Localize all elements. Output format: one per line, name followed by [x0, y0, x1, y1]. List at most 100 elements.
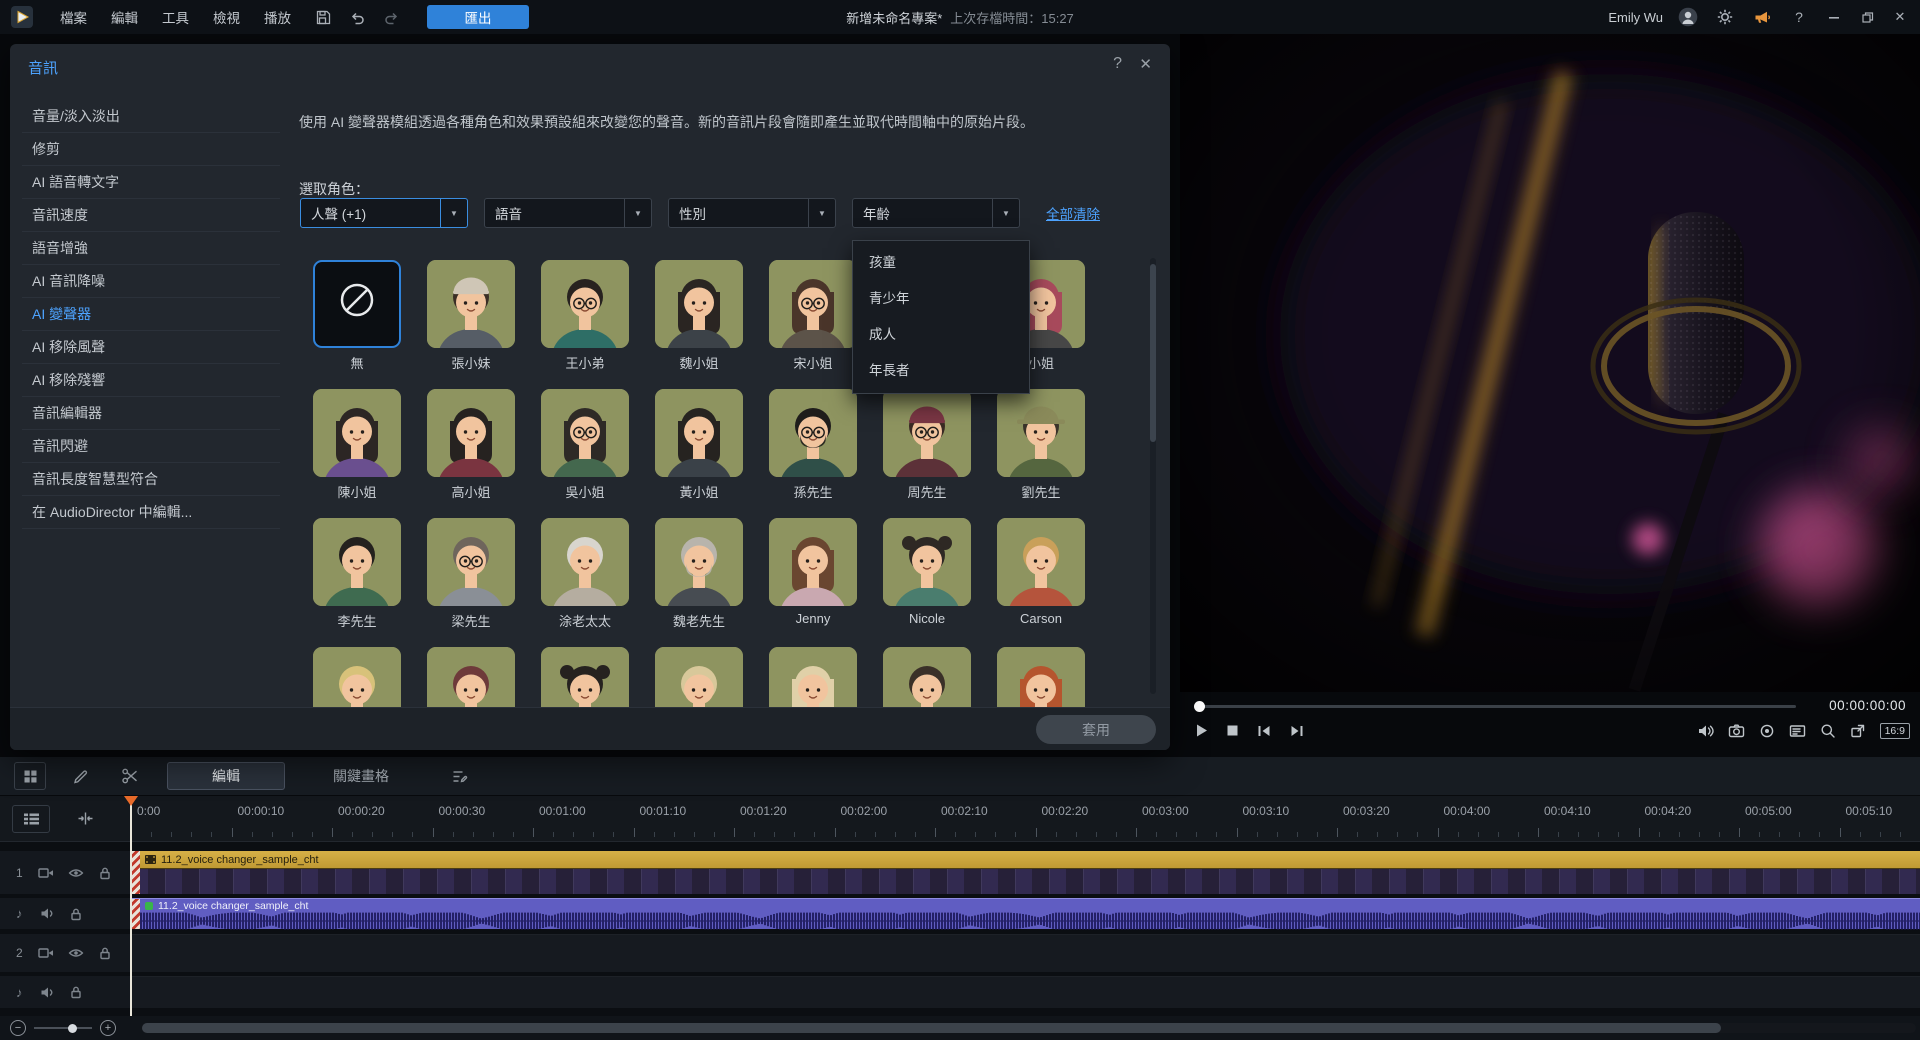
lock-icon[interactable]: [98, 866, 112, 880]
clip-trim-marker[interactable]: [131, 899, 140, 929]
details-icon[interactable]: [1789, 723, 1806, 739]
zoom-in-button[interactable]: +: [100, 1020, 116, 1036]
video-track-2-lane[interactable]: [131, 934, 1920, 972]
character-card[interactable]: [313, 647, 401, 708]
redo-icon[interactable]: [379, 5, 403, 29]
draw-pen-icon[interactable]: [72, 768, 89, 785]
sidebar-item[interactable]: AI 變聲器: [22, 298, 280, 331]
character-card[interactable]: 周先生: [883, 389, 971, 499]
character-card[interactable]: 劉先生: [997, 389, 1085, 499]
zoom-icon[interactable]: [1820, 723, 1836, 739]
character-card[interactable]: 高小姐: [427, 389, 515, 499]
character-card[interactable]: 孫先生: [769, 389, 857, 499]
lock-icon[interactable]: [98, 946, 112, 960]
character-card[interactable]: 梁先生: [427, 518, 515, 628]
panel-help-icon[interactable]: ?: [1113, 55, 1122, 73]
character-card[interactable]: [541, 647, 629, 708]
character-card[interactable]: Carson: [997, 518, 1085, 628]
minimize-icon[interactable]: [1824, 7, 1844, 27]
speech-filter-dropdown[interactable]: 語音 ▼: [484, 198, 652, 228]
sidebar-item[interactable]: AI 移除風聲: [22, 331, 280, 364]
age-menu-option[interactable]: 成人: [853, 317, 1029, 353]
snap-to-clips-button[interactable]: [66, 805, 104, 833]
timeline-horizontal-scrollbar[interactable]: [142, 1023, 1916, 1033]
character-card[interactable]: [655, 647, 743, 708]
video-clip[interactable]: 11.2_voice changer_sample_cht: [131, 851, 1920, 894]
zoom-slider-handle[interactable]: [68, 1024, 77, 1033]
undo-icon[interactable]: [345, 5, 369, 29]
clear-all-link[interactable]: 全部清除: [1046, 203, 1100, 223]
render-preview-icon[interactable]: [1759, 723, 1775, 739]
speaker-icon[interactable]: [40, 986, 55, 999]
sidebar-item[interactable]: AI 音訊降噪: [22, 265, 280, 298]
playhead-marker[interactable]: [124, 796, 138, 806]
clip-trim-marker[interactable]: [131, 851, 140, 894]
age-menu-option[interactable]: 年長者: [853, 353, 1029, 389]
scrollbar[interactable]: [1150, 258, 1156, 694]
tab-keyframe[interactable]: 關鍵畫格: [311, 766, 411, 786]
scrollbar-thumb[interactable]: [1150, 264, 1156, 442]
sidebar-item[interactable]: 音訊長度智慧型符合: [22, 463, 280, 496]
settings-gear-icon[interactable]: [1713, 5, 1737, 29]
menu-item[interactable]: 播放: [254, 7, 301, 27]
menu-item[interactable]: 工具: [152, 7, 199, 27]
character-card[interactable]: [427, 647, 515, 708]
lock-icon[interactable]: [69, 907, 83, 921]
age-filter-dropdown[interactable]: 年齡 ▼: [852, 198, 1020, 228]
seek-handle[interactable]: [1194, 701, 1205, 712]
sidebar-item[interactable]: 音量/淡入淡出: [22, 100, 280, 133]
menu-item[interactable]: 編輯: [101, 7, 148, 27]
lock-icon[interactable]: [69, 985, 83, 999]
voice-filter-dropdown[interactable]: 人聲 (+1) ▼: [300, 198, 468, 228]
previous-frame-button[interactable]: [1256, 724, 1272, 738]
room-select-button[interactable]: [14, 762, 46, 790]
character-card[interactable]: 王小弟: [541, 260, 629, 370]
chevron-down-icon[interactable]: ▼: [992, 199, 1019, 227]
edit-list-icon[interactable]: [451, 768, 468, 785]
scrollbar-thumb[interactable]: [142, 1023, 1721, 1033]
character-card[interactable]: 涂老太太: [541, 518, 629, 628]
character-card[interactable]: 魏老先生: [655, 518, 743, 628]
track-manager-button[interactable]: [12, 805, 50, 833]
character-card[interactable]: 李先生: [313, 518, 401, 628]
audio-track-1-lane[interactable]: 11.2_voice changer_sample_cht: [131, 898, 1920, 929]
playhead-line[interactable]: [130, 796, 132, 1016]
menu-item[interactable]: 檢視: [203, 7, 250, 27]
sidebar-item[interactable]: AI 語音轉文字: [22, 166, 280, 199]
timeline-ruler[interactable]: 0:0000:00:1000:00:2000:00:3000:01:0000:0…: [131, 796, 1920, 841]
promotion-megaphone-icon[interactable]: [1750, 5, 1774, 29]
character-card[interactable]: 陳小姐: [313, 389, 401, 499]
audio-track-2-lane[interactable]: [131, 976, 1920, 1008]
video-track-icon[interactable]: [38, 947, 54, 959]
stop-button[interactable]: [1226, 724, 1239, 737]
popout-window-icon[interactable]: [1850, 723, 1866, 739]
panel-close-icon[interactable]: ✕: [1139, 55, 1152, 73]
age-menu-option[interactable]: 青少年: [853, 281, 1029, 317]
character-card[interactable]: 魏小姐: [655, 260, 743, 370]
menu-item[interactable]: 檔案: [50, 7, 97, 27]
apply-button[interactable]: 套用: [1036, 715, 1156, 744]
zoom-out-button[interactable]: −: [10, 1020, 26, 1036]
sidebar-item[interactable]: 在 AudioDirector 中編輯...: [22, 496, 280, 529]
next-frame-button[interactable]: [1289, 724, 1305, 738]
speaker-icon[interactable]: [40, 907, 55, 920]
user-avatar-icon[interactable]: [1676, 5, 1700, 29]
age-menu-option[interactable]: 孩童: [853, 245, 1029, 281]
volume-icon[interactable]: [1697, 723, 1714, 739]
audio-clip[interactable]: 11.2_voice changer_sample_cht: [131, 898, 1920, 929]
sidebar-item[interactable]: AI 移除殘響: [22, 364, 280, 397]
chevron-down-icon[interactable]: ▼: [624, 199, 651, 227]
aspect-ratio-badge[interactable]: 16:9: [1880, 723, 1910, 739]
character-none-card[interactable]: 無: [313, 260, 401, 370]
character-card[interactable]: Nicole: [883, 518, 971, 628]
play-button[interactable]: [1194, 723, 1209, 738]
character-card[interactable]: Jenny: [769, 518, 857, 628]
sidebar-item[interactable]: 音訊速度: [22, 199, 280, 232]
close-window-icon[interactable]: ✕: [1890, 7, 1910, 27]
sidebar-item[interactable]: 音訊閃避: [22, 430, 280, 463]
tab-edit[interactable]: 編輯: [167, 762, 285, 790]
help-icon[interactable]: ?: [1787, 5, 1811, 29]
chevron-down-icon[interactable]: ▼: [808, 199, 835, 227]
character-card[interactable]: 宋小姐: [769, 260, 857, 370]
eye-visibility-icon[interactable]: [68, 867, 84, 879]
